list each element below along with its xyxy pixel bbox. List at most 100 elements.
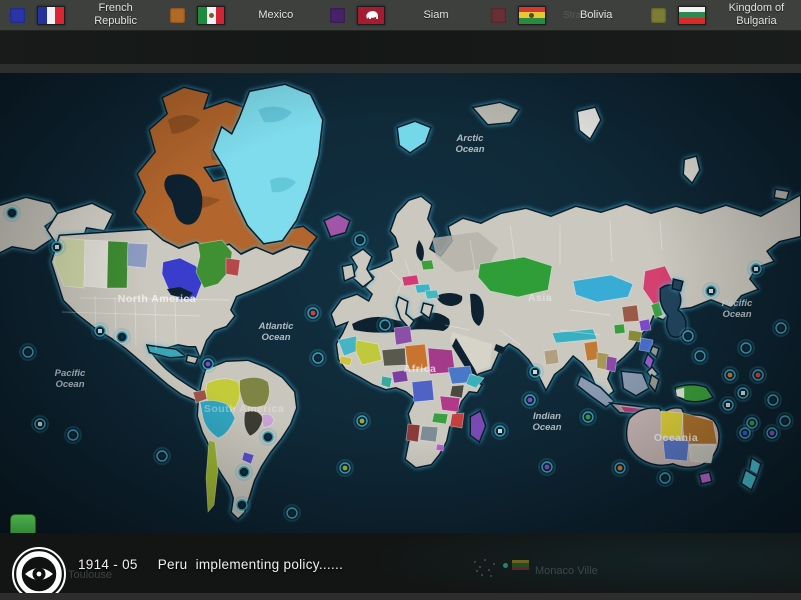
- ocean-marker[interactable]: [376, 316, 394, 334]
- region-czechoslovakia[interactable]: [401, 274, 420, 287]
- region-ireland[interactable]: [341, 263, 356, 283]
- eye-icon: [12, 547, 66, 600]
- country-color-swatch: [650, 7, 666, 23]
- ocean-marker[interactable]: [721, 366, 739, 384]
- region-niger[interactable]: [381, 347, 407, 367]
- region-philippines-north[interactable]: [643, 352, 655, 371]
- world-map: Arctic Ocean Atlantic Ocean Pacific Ocean Paci…: [0, 0, 801, 600]
- region-hispaniola[interactable]: [185, 354, 200, 365]
- spray-dot: [479, 566, 481, 568]
- continent-label-asia: Asia: [528, 292, 552, 304]
- region-namibia[interactable]: [405, 423, 421, 443]
- region-botswana[interactable]: [419, 425, 439, 443]
- ocean-marker[interactable]: [351, 231, 369, 249]
- country-label: French Republic: [94, 2, 137, 27]
- flag-emblem: [529, 12, 535, 18]
- kingdom-of-bulgaria-flag-icon: [677, 5, 706, 25]
- country-label: Siam: [423, 8, 449, 21]
- country-entry-siam[interactable]: Siam: [320, 0, 480, 30]
- ocean-marker[interactable]: [579, 408, 597, 426]
- ocean-marker[interactable]: [611, 459, 629, 477]
- region-china-brown[interactable]: [621, 304, 640, 323]
- region-indochina[interactable]: [605, 355, 618, 373]
- region-newfoundland[interactable]: [225, 257, 241, 277]
- country-entry-kingdom-of-bulgaria[interactable]: Kingdom of Bulgaria: [641, 0, 801, 30]
- region-zambia[interactable]: [431, 412, 449, 425]
- ocean-marker[interactable]: [491, 422, 509, 440]
- region-taiwan[interactable]: [649, 345, 660, 359]
- region-india-west[interactable]: [543, 348, 560, 366]
- spray-dot: [493, 563, 495, 565]
- ocean-marker[interactable]: [64, 426, 82, 444]
- ocean-marker[interactable]: [48, 238, 66, 256]
- region-tanzania[interactable]: [439, 395, 461, 413]
- region-china-green[interactable]: [613, 323, 626, 335]
- country-label: Mexico: [258, 8, 294, 21]
- country-entry-mexico[interactable]: Mexico: [160, 0, 320, 30]
- region-libya[interactable]: [393, 325, 413, 346]
- ocean-marker[interactable]: [737, 339, 755, 357]
- ocean-marker[interactable]: [304, 304, 322, 322]
- ocean-marker[interactable]: [19, 343, 37, 361]
- ocean-marker[interactable]: [233, 496, 251, 514]
- ocean-label: Atlantic Ocean: [258, 321, 295, 343]
- ocean-marker[interactable]: [719, 396, 737, 414]
- country-color-swatch: [490, 7, 506, 23]
- ocean-marker[interactable]: [538, 458, 556, 476]
- ocean-marker[interactable]: [691, 347, 709, 365]
- region-iceland[interactable]: [323, 213, 351, 238]
- ocean-marker[interactable]: [772, 319, 790, 337]
- region-wrangel-island[interactable]: [773, 188, 790, 201]
- region-manitoba[interactable]: [126, 242, 149, 269]
- game-date: 1914 - 05: [78, 557, 138, 572]
- ocean-marker[interactable]: [702, 282, 720, 300]
- ocean-label: Pacific Ocean: [722, 298, 753, 320]
- ocean-marker[interactable]: [763, 424, 781, 442]
- ocean-marker[interactable]: [679, 327, 697, 345]
- region-kenya[interactable]: [449, 384, 465, 399]
- ocean-marker[interactable]: [309, 349, 327, 367]
- region-romania[interactable]: [424, 289, 440, 300]
- game-screen: Arctic Ocean Atlantic Ocean Pacific Ocean Paci…: [0, 0, 801, 600]
- region-mali[interactable]: [355, 339, 383, 366]
- ocean-marker[interactable]: [764, 391, 782, 409]
- region-congo[interactable]: [411, 379, 435, 403]
- country-entry-bolivia[interactable]: Bolivia: [481, 0, 641, 30]
- ocean-marker[interactable]: [259, 428, 277, 446]
- ocean-marker[interactable]: [113, 328, 131, 346]
- ocean-marker[interactable]: [283, 504, 301, 522]
- city-dot: [503, 563, 508, 568]
- ocean-marker[interactable]: [336, 459, 354, 477]
- ocean-marker[interactable]: [747, 260, 765, 278]
- region-alberta[interactable]: [83, 239, 109, 289]
- country-color-swatch: [170, 7, 186, 23]
- region-hokkaido[interactable]: [671, 278, 684, 292]
- ocean-marker[interactable]: [3, 204, 21, 222]
- ocean-marker[interactable]: [734, 384, 752, 402]
- region-saskatchewan[interactable]: [106, 240, 129, 289]
- ocean-marker[interactable]: [776, 412, 794, 430]
- ocean-marker[interactable]: [749, 366, 767, 384]
- french-republic-flag-icon: [37, 5, 65, 25]
- ocean-marker[interactable]: [153, 447, 171, 465]
- ocean-marker[interactable]: [526, 363, 544, 381]
- ocean-marker[interactable]: [736, 424, 754, 442]
- region-tasmania[interactable]: [698, 471, 713, 485]
- country-entry-french-republic[interactable]: French Republic: [0, 0, 160, 30]
- region-swaziland[interactable]: [435, 443, 445, 452]
- region-china-olive[interactable]: [627, 329, 643, 343]
- ocean-marker[interactable]: [521, 391, 539, 409]
- region-china-purple[interactable]: [638, 318, 652, 332]
- ghost-flag: [512, 560, 529, 570]
- ocean-marker[interactable]: [656, 469, 674, 487]
- ocean-marker[interactable]: [91, 322, 109, 340]
- ocean-marker[interactable]: [199, 355, 217, 373]
- ocean-marker[interactable]: [353, 412, 371, 430]
- region-nsw-victoria[interactable]: [688, 444, 716, 464]
- ocean-marker[interactable]: [31, 415, 49, 433]
- ocean-marker[interactable]: [235, 463, 253, 481]
- region-silesia-green[interactable]: [420, 259, 435, 271]
- region-mozambique[interactable]: [449, 412, 465, 429]
- eye-button[interactable]: [11, 546, 67, 600]
- spray-dot: [481, 574, 483, 576]
